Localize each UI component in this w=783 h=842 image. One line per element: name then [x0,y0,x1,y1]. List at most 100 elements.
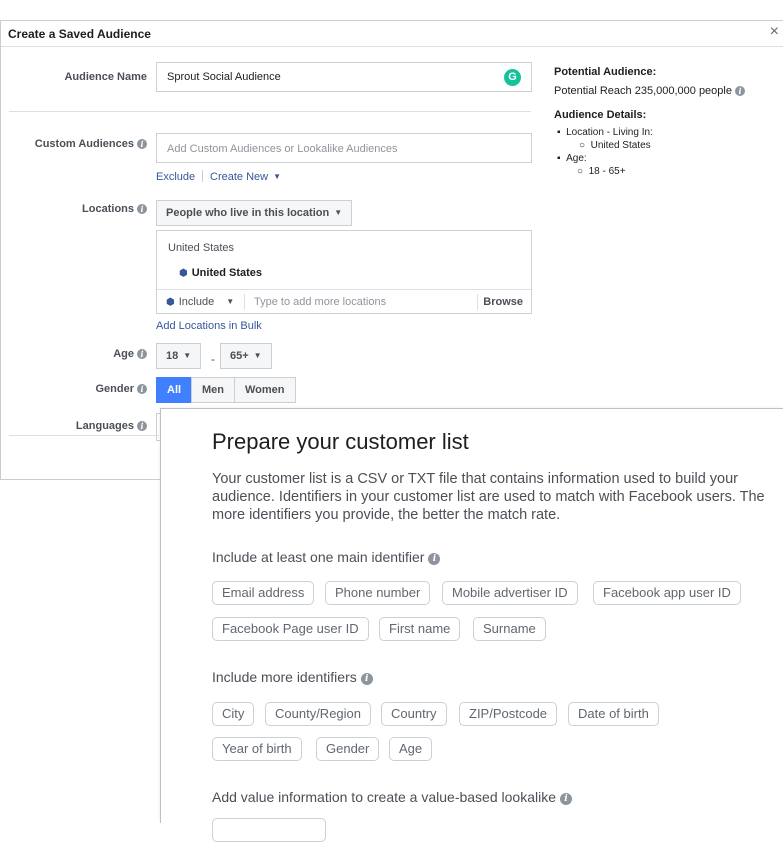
section-divider [9,111,531,112]
identifier-chip-age: Age [389,737,433,761]
more-identifiers-heading-text: Include more identifiers [212,669,357,685]
divider [477,294,478,310]
info-icon[interactable]: i [137,139,147,150]
customer-list-title: Prepare your customer list [212,429,469,454]
create-new-label: Create New [210,171,269,183]
identifier-chip-city: City [212,702,255,726]
detail-location-value: ○ United States [579,140,651,151]
audience-name-label: Audience Name [64,71,147,83]
languages-label-text: Languages [75,420,134,432]
info-icon[interactable]: i [360,673,373,685]
age-label: Age i [41,348,147,360]
link-separator [202,170,203,182]
info-icon[interactable]: i [137,204,147,215]
bullet: ▪ [557,153,567,164]
identifier-chip-fb-app-uid: Facebook app user ID [593,581,741,605]
caret-down-icon: ▼ [183,351,192,360]
browse-button[interactable]: Browse [483,296,523,308]
languages-label: Languages i [41,420,147,432]
location-search-input[interactable]: Type to add more locations [254,296,386,308]
potential-audience-title: Potential Audience: [554,66,657,78]
detail-location-value-text: United States [590,140,651,151]
locations-type-dropdown[interactable]: People who live in this location ▼ [156,200,353,226]
identifier-chip-madid: Mobile advertiser ID [442,581,578,605]
age-label-text: Age [113,348,134,360]
gender-women-button[interactable]: Women [234,377,296,403]
section-divider [9,435,159,436]
caret-down-icon: ▼ [334,208,343,217]
locations-label-text: Locations [82,203,134,215]
divider [244,294,245,310]
gender-all-button[interactable]: All [156,377,193,403]
gender-men-button[interactable]: Men [191,377,235,403]
info-icon[interactable]: i [137,384,147,395]
bullet: ○ [577,166,589,177]
identifier-chip-phone: Phone number [325,581,431,605]
selected-location-label: United States [191,267,263,279]
info-icon[interactable]: i [428,553,441,565]
potential-reach: Potential Reach 235,000,000 people i [554,85,745,97]
main-identifier-heading: Include at least one main identifier i [212,549,441,565]
gender-label-text: Gender [95,383,134,395]
info-icon[interactable]: i [734,86,745,97]
age-max-dropdown[interactable]: 65+ ▼ [220,343,272,369]
customer-list-panel: Prepare your customer list Your customer… [160,408,783,842]
location-input-row: ⬢ Include ▼ Type to add more locations Bro… [157,289,531,314]
caret-down-icon: ▼ [273,172,281,181]
locations-type-value: People who live in this location [166,207,330,219]
main-identifier-heading-text: Include at least one main identifier [212,549,425,565]
caret-down-icon: ▼ [253,351,262,360]
dialog-header: Create a Saved Audience × [1,21,783,47]
audience-name-input[interactable]: Sprout Social Audience G [156,62,532,92]
age-min-dropdown[interactable]: 18 ▼ [156,343,202,369]
identifier-chip-yob: Year of birth [212,737,302,761]
create-new-link[interactable]: Create New ▼ [210,171,281,183]
include-dropdown[interactable]: ⬢ Include ▼ [166,296,234,308]
info-icon[interactable]: i [137,421,147,432]
identifier-chip-gender: Gender [316,737,380,761]
value-chip [212,818,326,842]
close-icon[interactable]: × [770,23,779,41]
detail-age-value: ○ 18 - 65+ [577,166,626,177]
audience-details-title: Audience Details: [554,109,647,121]
custom-audiences-input[interactable]: Add Custom Audiences or Lookalike Audien… [156,133,532,163]
audience-name-value: Sprout Social Audience [167,71,281,83]
detail-age-value-text: 18 - 65+ [588,166,626,177]
value-info-heading-text: Add value information to create a value-… [212,789,556,805]
age-min-value: 18 [166,350,179,362]
detail-age-label: Age: [566,153,587,164]
detail-location: ▪ Location - Living In: [557,127,653,138]
identifier-chip-county: County/Region [265,702,371,726]
location-pin-icon: ⬢ [166,297,175,308]
info-icon[interactable]: i [137,349,147,360]
customer-list-description: Your customer list is a CSV or TXT file … [212,471,765,523]
identifier-chip-dob: Date of birth [568,702,659,726]
age-max-value: 65+ [230,350,249,362]
identifier-chip-country: Country [381,702,447,726]
selected-location[interactable]: ⬢ United States [179,267,262,279]
age-range-dash: - [211,352,215,366]
identifier-chip-surname: Surname [473,617,546,641]
detail-age: ▪ Age: [557,153,587,164]
potential-reach-text: Potential Reach 235,000,000 people [554,85,732,97]
location-pin-icon: ⬢ [179,268,188,279]
more-identifiers-heading: Include more identifiers i [212,669,373,685]
identifier-chip-page-uid: Facebook Page user ID [212,617,369,641]
value-info-heading: Add value information to create a value-… [212,789,572,805]
locations-label: Locations i [41,203,147,215]
bullet: ○ [579,140,591,151]
include-label: Include [178,296,215,308]
bullet: ▪ [557,127,567,138]
add-locations-bulk-link[interactable]: Add Locations in Bulk [156,320,262,332]
info-icon[interactable]: i [559,793,572,805]
exclude-link[interactable]: Exclude [156,171,195,183]
detail-location-label: Location - Living In: [566,127,653,138]
identifier-chip-zip: ZIP/Postcode [459,702,558,726]
dialog-title: Create a Saved Audience [8,27,151,41]
grammarly-icon[interactable]: G [504,69,521,86]
custom-audiences-label: Custom Audiences i [11,138,147,150]
custom-audiences-placeholder: Add Custom Audiences or Lookalike Audien… [167,143,398,155]
custom-audiences-label-text: Custom Audiences [34,138,134,150]
gender-label: Gender i [41,383,147,395]
identifier-chip-first-name: First name [379,617,461,641]
